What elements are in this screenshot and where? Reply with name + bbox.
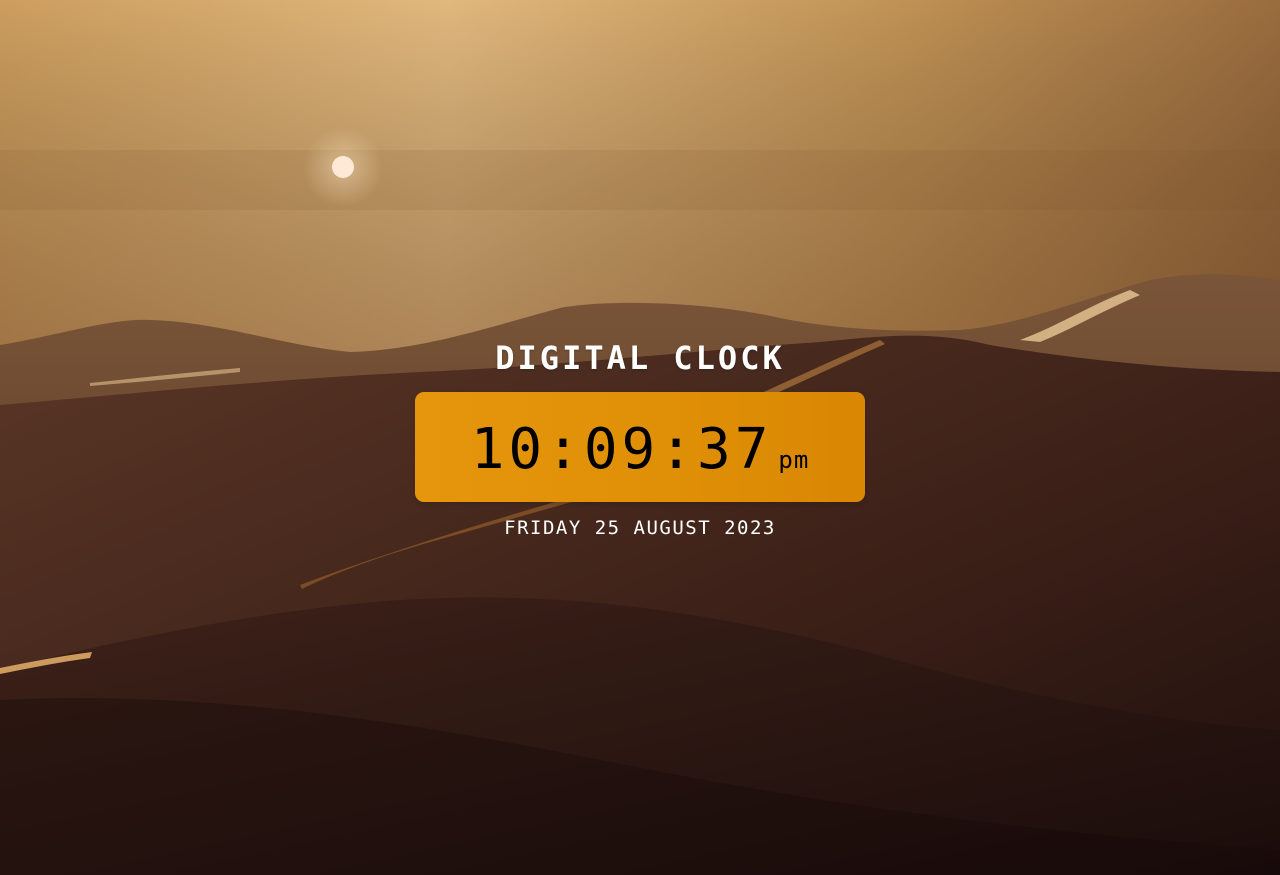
time-digits: 10:09:37 bbox=[470, 417, 773, 482]
time-display: 10:09:37 pm bbox=[415, 392, 865, 502]
ampm-indicator: pm bbox=[778, 446, 810, 474]
time-readout: 10:09:37 pm bbox=[471, 420, 810, 480]
clock-title: DIGITAL CLOCK bbox=[495, 339, 785, 377]
date-display: FRIDAY 25 AUGUST 2023 bbox=[504, 517, 776, 539]
digital-clock-widget: DIGITAL CLOCK 10:09:37 pm FRIDAY 25 AUGU… bbox=[0, 0, 1280, 875]
